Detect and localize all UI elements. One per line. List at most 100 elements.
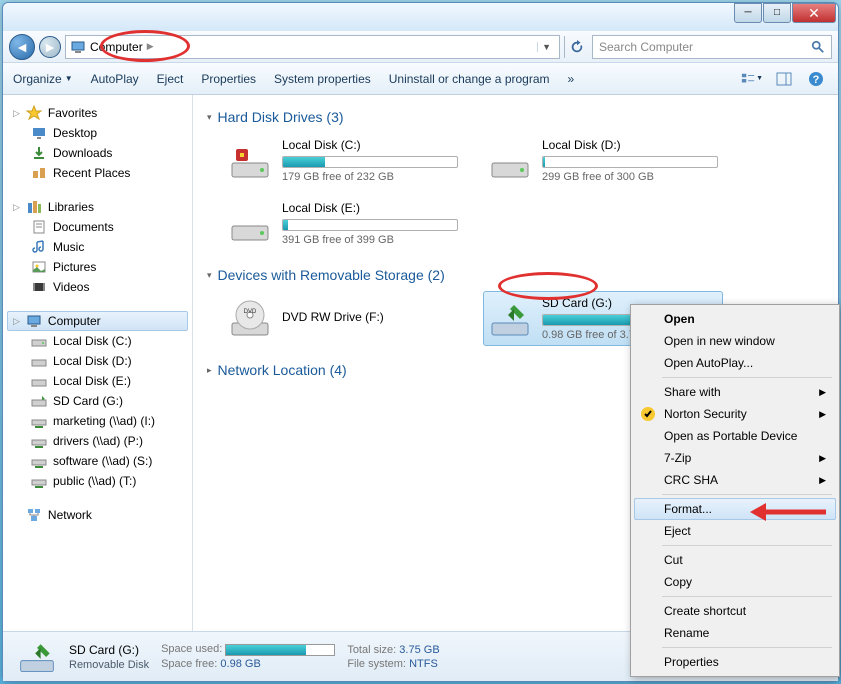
address-bar[interactable]: Computer ▶ ▼ [65,35,560,59]
ctx-properties[interactable]: Properties [634,651,836,673]
address-text: Computer [90,40,143,54]
drive-tile-c[interactable]: Local Disk (C:)179 GB free of 232 GB [223,133,463,188]
ctx-shortcut[interactable]: Create shortcut [634,600,836,622]
pictures-icon [31,259,47,275]
ctx-format[interactable]: Format... [634,498,836,520]
expand-icon: ▸ [207,365,212,376]
navbar: ◄ ► Computer ▶ ▼ Search Computer [3,31,838,63]
refresh-button[interactable] [564,36,588,58]
separator [662,377,832,378]
usage-bar [542,156,718,168]
hdd-icon [488,139,532,183]
music-icon [31,239,47,255]
drive-tile-d[interactable]: Local Disk (D:)299 GB free of 300 GB [483,133,723,188]
computer-icon [26,313,42,329]
navigation-pane: ▷Favorites Desktop Downloads Recent Plac… [3,95,193,631]
preview-pane-button[interactable] [772,68,796,90]
organize-menu[interactable]: Organize ▼ [13,72,73,86]
separator [662,647,832,648]
favorites-group[interactable]: ▷Favorites [7,103,188,123]
separator [662,494,832,495]
address-dropdown[interactable]: ▼ [537,42,555,52]
ctx-7zip[interactable]: 7-Zip▶ [634,447,836,469]
svg-text:?: ? [813,74,820,86]
sidebar-item-downloads[interactable]: Downloads [7,143,188,163]
properties-button[interactable]: Properties [201,72,256,86]
drive-tile-dvd[interactable]: DVD DVD RW Drive (F:) [223,291,463,346]
sidebar-item-videos[interactable]: Videos [7,277,188,297]
netdrive-icon [31,433,47,449]
ctx-rename[interactable]: Rename [634,622,836,644]
documents-icon [31,219,47,235]
status-usage-bar [225,644,335,656]
submenu-icon: ▶ [819,387,826,398]
ctx-portable[interactable]: Open as Portable Device [634,425,836,447]
eject-button[interactable]: Eject [157,72,184,86]
back-button[interactable]: ◄ [9,34,35,60]
search-icon [811,40,825,54]
sdcard-icon [31,393,47,409]
libraries-group[interactable]: ▷Libraries [7,197,188,217]
sidebar-item-pictures[interactable]: Pictures [7,257,188,277]
network-group[interactable]: ▷Network [7,505,188,525]
norton-icon [640,406,656,422]
search-box[interactable]: Search Computer [592,35,832,59]
sidebar-item-net-s[interactable]: software (\\ad) (S:) [7,451,188,471]
computer-icon [70,39,86,55]
close-button[interactable]: ✕ [792,3,836,23]
maximize-button[interactable]: □ [763,3,791,23]
uninstall-button[interactable]: Uninstall or change a program [389,72,550,86]
ctx-cut[interactable]: Cut [634,549,836,571]
search-placeholder: Search Computer [599,40,693,54]
recent-icon [31,165,47,181]
usage-bar [282,219,458,231]
sidebar-item-music[interactable]: Music [7,237,188,257]
computer-group[interactable]: ▷Computer [7,311,188,331]
separator [662,596,832,597]
help-button[interactable]: ? [804,68,828,90]
autoplay-button[interactable]: AutoPlay [91,72,139,86]
minimize-button[interactable]: ─ [734,3,762,23]
ctx-open-autoplay[interactable]: Open AutoPlay... [634,352,836,374]
status-type: Removable Disk [69,659,149,671]
dvd-icon: DVD [228,297,272,341]
titlebar: ─ □ ✕ [3,3,838,31]
ctx-open-new-window[interactable]: Open in new window [634,330,836,352]
removable-icon [488,297,532,341]
ctx-copy[interactable]: Copy [634,571,836,593]
forward-button[interactable]: ► [39,36,61,58]
section-hdd[interactable]: ▾Hard Disk Drives (3) [207,109,824,125]
sidebar-item-local-e[interactable]: Local Disk (E:) [7,371,188,391]
ctx-share-with[interactable]: Share with▶ [634,381,836,403]
sidebar-item-net-t[interactable]: public (\\ad) (T:) [7,471,188,491]
refresh-icon [570,40,584,54]
ctx-open[interactable]: Open [634,308,836,330]
chevron-right-icon: ▶ [147,41,154,52]
libraries-icon [26,199,42,215]
sidebar-item-desktop[interactable]: Desktop [7,123,188,143]
sidebar-item-documents[interactable]: Documents [7,217,188,237]
sidebar-item-net-p[interactable]: drivers (\\ad) (P:) [7,431,188,451]
sidebar-item-net-i[interactable]: marketing (\\ad) (I:) [7,411,188,431]
ctx-crc[interactable]: CRC SHA▶ [634,469,836,491]
ctx-eject[interactable]: Eject [634,520,836,542]
system-properties-button[interactable]: System properties [274,72,371,86]
sidebar-item-recent[interactable]: Recent Places [7,163,188,183]
expand-icon: ▷ [13,316,20,327]
section-removable[interactable]: ▾Devices with Removable Storage (2) [207,267,824,283]
drive-tile-e[interactable]: Local Disk (E:)391 GB free of 399 GB [223,196,463,251]
sidebar-item-sdcard[interactable]: SD Card (G:) [7,391,188,411]
hdd-icon [228,139,272,183]
submenu-icon: ▶ [819,409,826,420]
submenu-icon: ▶ [819,475,826,486]
sidebar-item-local-d[interactable]: Local Disk (D:) [7,351,188,371]
toolbar: Organize ▼ AutoPlay Eject Properties Sys… [3,63,838,95]
collapse-icon: ▾ [207,270,212,281]
view-button[interactable]: ▼ [740,68,764,90]
toolbar-more[interactable]: » [568,72,575,86]
context-menu: Open Open in new window Open AutoPlay...… [630,304,840,677]
ctx-norton[interactable]: Norton Security▶ [634,403,836,425]
sidebar-item-local-c[interactable]: Local Disk (C:) [7,331,188,351]
separator [662,545,832,546]
expand-icon: ▷ [13,202,20,213]
